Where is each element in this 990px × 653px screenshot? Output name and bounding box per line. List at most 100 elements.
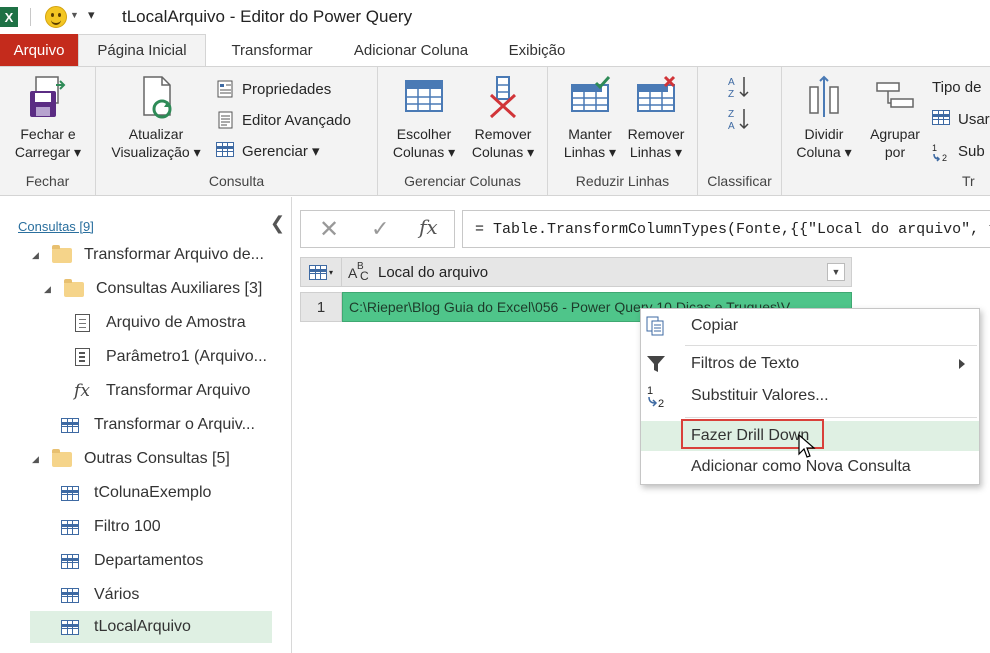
smiley-dropdown-icon[interactable]: ▼ xyxy=(70,10,79,20)
sort-descending-button[interactable]: ZA xyxy=(726,107,752,132)
tree-label: tLocalArquivo xyxy=(94,618,191,635)
quick-access-customize-icon[interactable]: ▾ xyxy=(88,7,95,23)
table-icon xyxy=(60,518,80,536)
group-label-transformar: Tr xyxy=(962,173,975,189)
propriedades-button[interactable]: Propriedades xyxy=(216,77,331,101)
svg-text:Z: Z xyxy=(728,89,734,100)
tree-label: tColunaExemplo xyxy=(94,484,212,501)
tree-label: Transformar o Arquiv... xyxy=(94,416,255,433)
atualizar-label-2: Visualização ▾ xyxy=(111,144,201,160)
group-label-reduzir-linhas: Reduzir Linhas xyxy=(575,173,670,189)
svg-text:1: 1 xyxy=(647,385,653,397)
agrupar-label-1: Agrupar xyxy=(870,126,920,142)
title-separator xyxy=(30,8,31,26)
tree-label: Outras Consultas [5] xyxy=(84,450,230,467)
formula-bar-buttons: ✕ ✓ fx xyxy=(300,210,455,248)
svg-text:A: A xyxy=(728,121,735,132)
escolher-colunas-button[interactable]: Escolher Colunas ▾ xyxy=(386,73,462,161)
agrupar-por-button[interactable]: Agrupar por xyxy=(860,73,930,161)
sort-descending-icon: ZA xyxy=(728,109,749,132)
fx-icon[interactable]: fx xyxy=(419,215,438,239)
table-icon xyxy=(60,586,80,604)
gerenciar-button[interactable]: Gerenciar ▾ xyxy=(216,139,320,163)
svg-text:2: 2 xyxy=(942,153,947,162)
editor-avancado-label: Editor Avançado xyxy=(242,111,351,129)
tab-pagina-inicial[interactable]: Página Inicial xyxy=(78,34,206,66)
formula-input[interactable]: = Table.TransformColumnTypes(Fonte,{{"Lo… xyxy=(462,210,990,248)
tree-item-tlocalarquivo[interactable]: tLocalArquivo xyxy=(30,611,272,643)
queries-pane-header[interactable]: Consultas [9] xyxy=(18,219,94,234)
tree-item-departamentos[interactable]: Departamentos xyxy=(60,545,203,577)
fechar-carregar-button[interactable]: Fechar e Carregar ▾ xyxy=(6,73,90,161)
tree-folder-consultas-auxiliares[interactable]: ◢ Consultas Auxiliares [3] xyxy=(44,273,262,305)
expand-triangle-icon[interactable]: ◢ xyxy=(32,454,42,465)
sub-label: Sub xyxy=(958,142,985,160)
tab-adicionar-coluna[interactable]: Adicionar Coluna xyxy=(328,34,494,66)
expand-triangle-icon[interactable]: ◢ xyxy=(32,250,42,261)
tree-item-tcolunaexemplo[interactable]: tColunaExemplo xyxy=(60,477,211,509)
tab-transformar[interactable]: Transformar xyxy=(216,34,328,66)
tree-item-arquivo-de-amostra[interactable]: Arquivo de Amostra xyxy=(72,307,246,339)
tree-item-varios[interactable]: Vários xyxy=(60,579,139,611)
replace-values-ribbon-icon: 12 xyxy=(932,142,952,163)
tab-exibicao[interactable]: Exibição xyxy=(494,34,580,66)
tree-item-filtro-100[interactable]: Filtro 100 xyxy=(60,511,161,543)
group-label-classificar: Classificar xyxy=(707,173,772,189)
table-icon xyxy=(60,484,80,502)
dividir-label-2: Coluna ▾ xyxy=(796,144,852,160)
use-headers-table-icon xyxy=(932,110,952,128)
manage-table-icon xyxy=(216,142,236,160)
column-title: Local do arquivo xyxy=(378,263,489,281)
tree-label: Transformar Arquivo xyxy=(106,382,251,399)
tree-folder-outras-consultas[interactable]: ◢ Outras Consultas [5] xyxy=(32,443,230,475)
remover-linhas-button[interactable]: Remover Linhas ▾ xyxy=(620,73,692,161)
smiley-feedback-icon[interactable] xyxy=(45,6,67,28)
menu-item-substituir-valores[interactable]: 12 Substituir Valores... xyxy=(641,381,979,411)
substituir-valores-button[interactable]: 12 Sub xyxy=(932,139,985,164)
remover-colunas-label-2: Colunas ▾ xyxy=(471,144,535,160)
menu-label: Adicionar como Nova Consulta xyxy=(691,458,911,475)
remover-linhas-label-2: Linhas ▾ xyxy=(629,144,683,160)
commit-formula-icon[interactable]: ✓ xyxy=(371,216,389,242)
tree-folder-transformar-arquivo[interactable]: ◢ Transformar Arquivo de... xyxy=(32,239,264,271)
collapse-pane-icon[interactable]: ❮ xyxy=(270,213,285,234)
editor-avancado-button[interactable]: Editor Avançado xyxy=(216,108,351,132)
tree-label: Parâmetro1 (Arquivo... xyxy=(106,348,267,365)
tab-arquivo[interactable]: Arquivo xyxy=(0,34,78,66)
tree-item-transformar-o-arquivo[interactable]: Transformar o Arquiv... xyxy=(60,409,255,441)
group-by-icon xyxy=(873,73,917,123)
usar-primeira-linha-button[interactable]: Usar xyxy=(932,107,990,131)
column-header-local-do-arquivo[interactable]: A B C Local do arquivo ▼ xyxy=(342,257,852,287)
tree-item-transformar-arquivo[interactable]: fx Transformar Arquivo xyxy=(72,375,250,407)
sort-ascending-icon: AZ xyxy=(728,77,749,100)
remover-colunas-button[interactable]: Remover Colunas ▾ xyxy=(464,73,542,161)
excel-logo-icon: X xyxy=(0,7,18,27)
remove-rows-icon xyxy=(634,73,678,123)
sort-ascending-button[interactable]: AZ xyxy=(726,75,752,100)
expand-triangle-icon[interactable]: ◢ xyxy=(44,284,54,295)
menu-item-copiar[interactable]: Copiar xyxy=(641,311,979,341)
svg-text:Z: Z xyxy=(728,109,734,120)
folder-icon xyxy=(52,244,72,263)
cancel-formula-icon[interactable]: ✕ xyxy=(319,215,339,244)
table-menu-button[interactable]: ▾ xyxy=(300,257,342,287)
column-filter-dropdown-icon[interactable]: ▼ xyxy=(827,263,845,281)
dividir-coluna-button[interactable]: Dividir Coluna ▾ xyxy=(788,73,860,161)
svg-text:A: A xyxy=(728,77,735,88)
manter-linhas-button[interactable]: Manter Linhas ▾ xyxy=(554,73,626,161)
manter-label-2: Linhas ▾ xyxy=(563,144,617,160)
text-type-icon[interactable]: A B C xyxy=(348,261,372,283)
manter-label-1: Manter xyxy=(568,126,612,142)
tree-label: Filtro 100 xyxy=(94,518,161,535)
menu-item-filtros-de-texto[interactable]: Filtros de Texto xyxy=(641,349,979,379)
atualizar-visualizacao-button[interactable]: Atualizar Visualização ▾ xyxy=(104,73,208,161)
chevron-down-icon: ▾ xyxy=(328,267,333,277)
window-title: tLocalArquivo - Editor do Power Query xyxy=(122,7,413,26)
group-reduzir-linhas: Manter Linhas ▾ Remover Linhas ▾ Reduzir… xyxy=(548,67,698,195)
save-close-icon xyxy=(26,73,70,123)
refresh-icon xyxy=(134,73,178,123)
tipo-de-dados-button[interactable]: Tipo de xyxy=(932,75,981,99)
menu-separator xyxy=(685,417,977,418)
tree-item-parametro1[interactable]: Parâmetro1 (Arquivo... xyxy=(72,341,267,373)
queries-pane: Consultas [9] ❮ ◢ Transformar Arquivo de… xyxy=(0,197,292,653)
